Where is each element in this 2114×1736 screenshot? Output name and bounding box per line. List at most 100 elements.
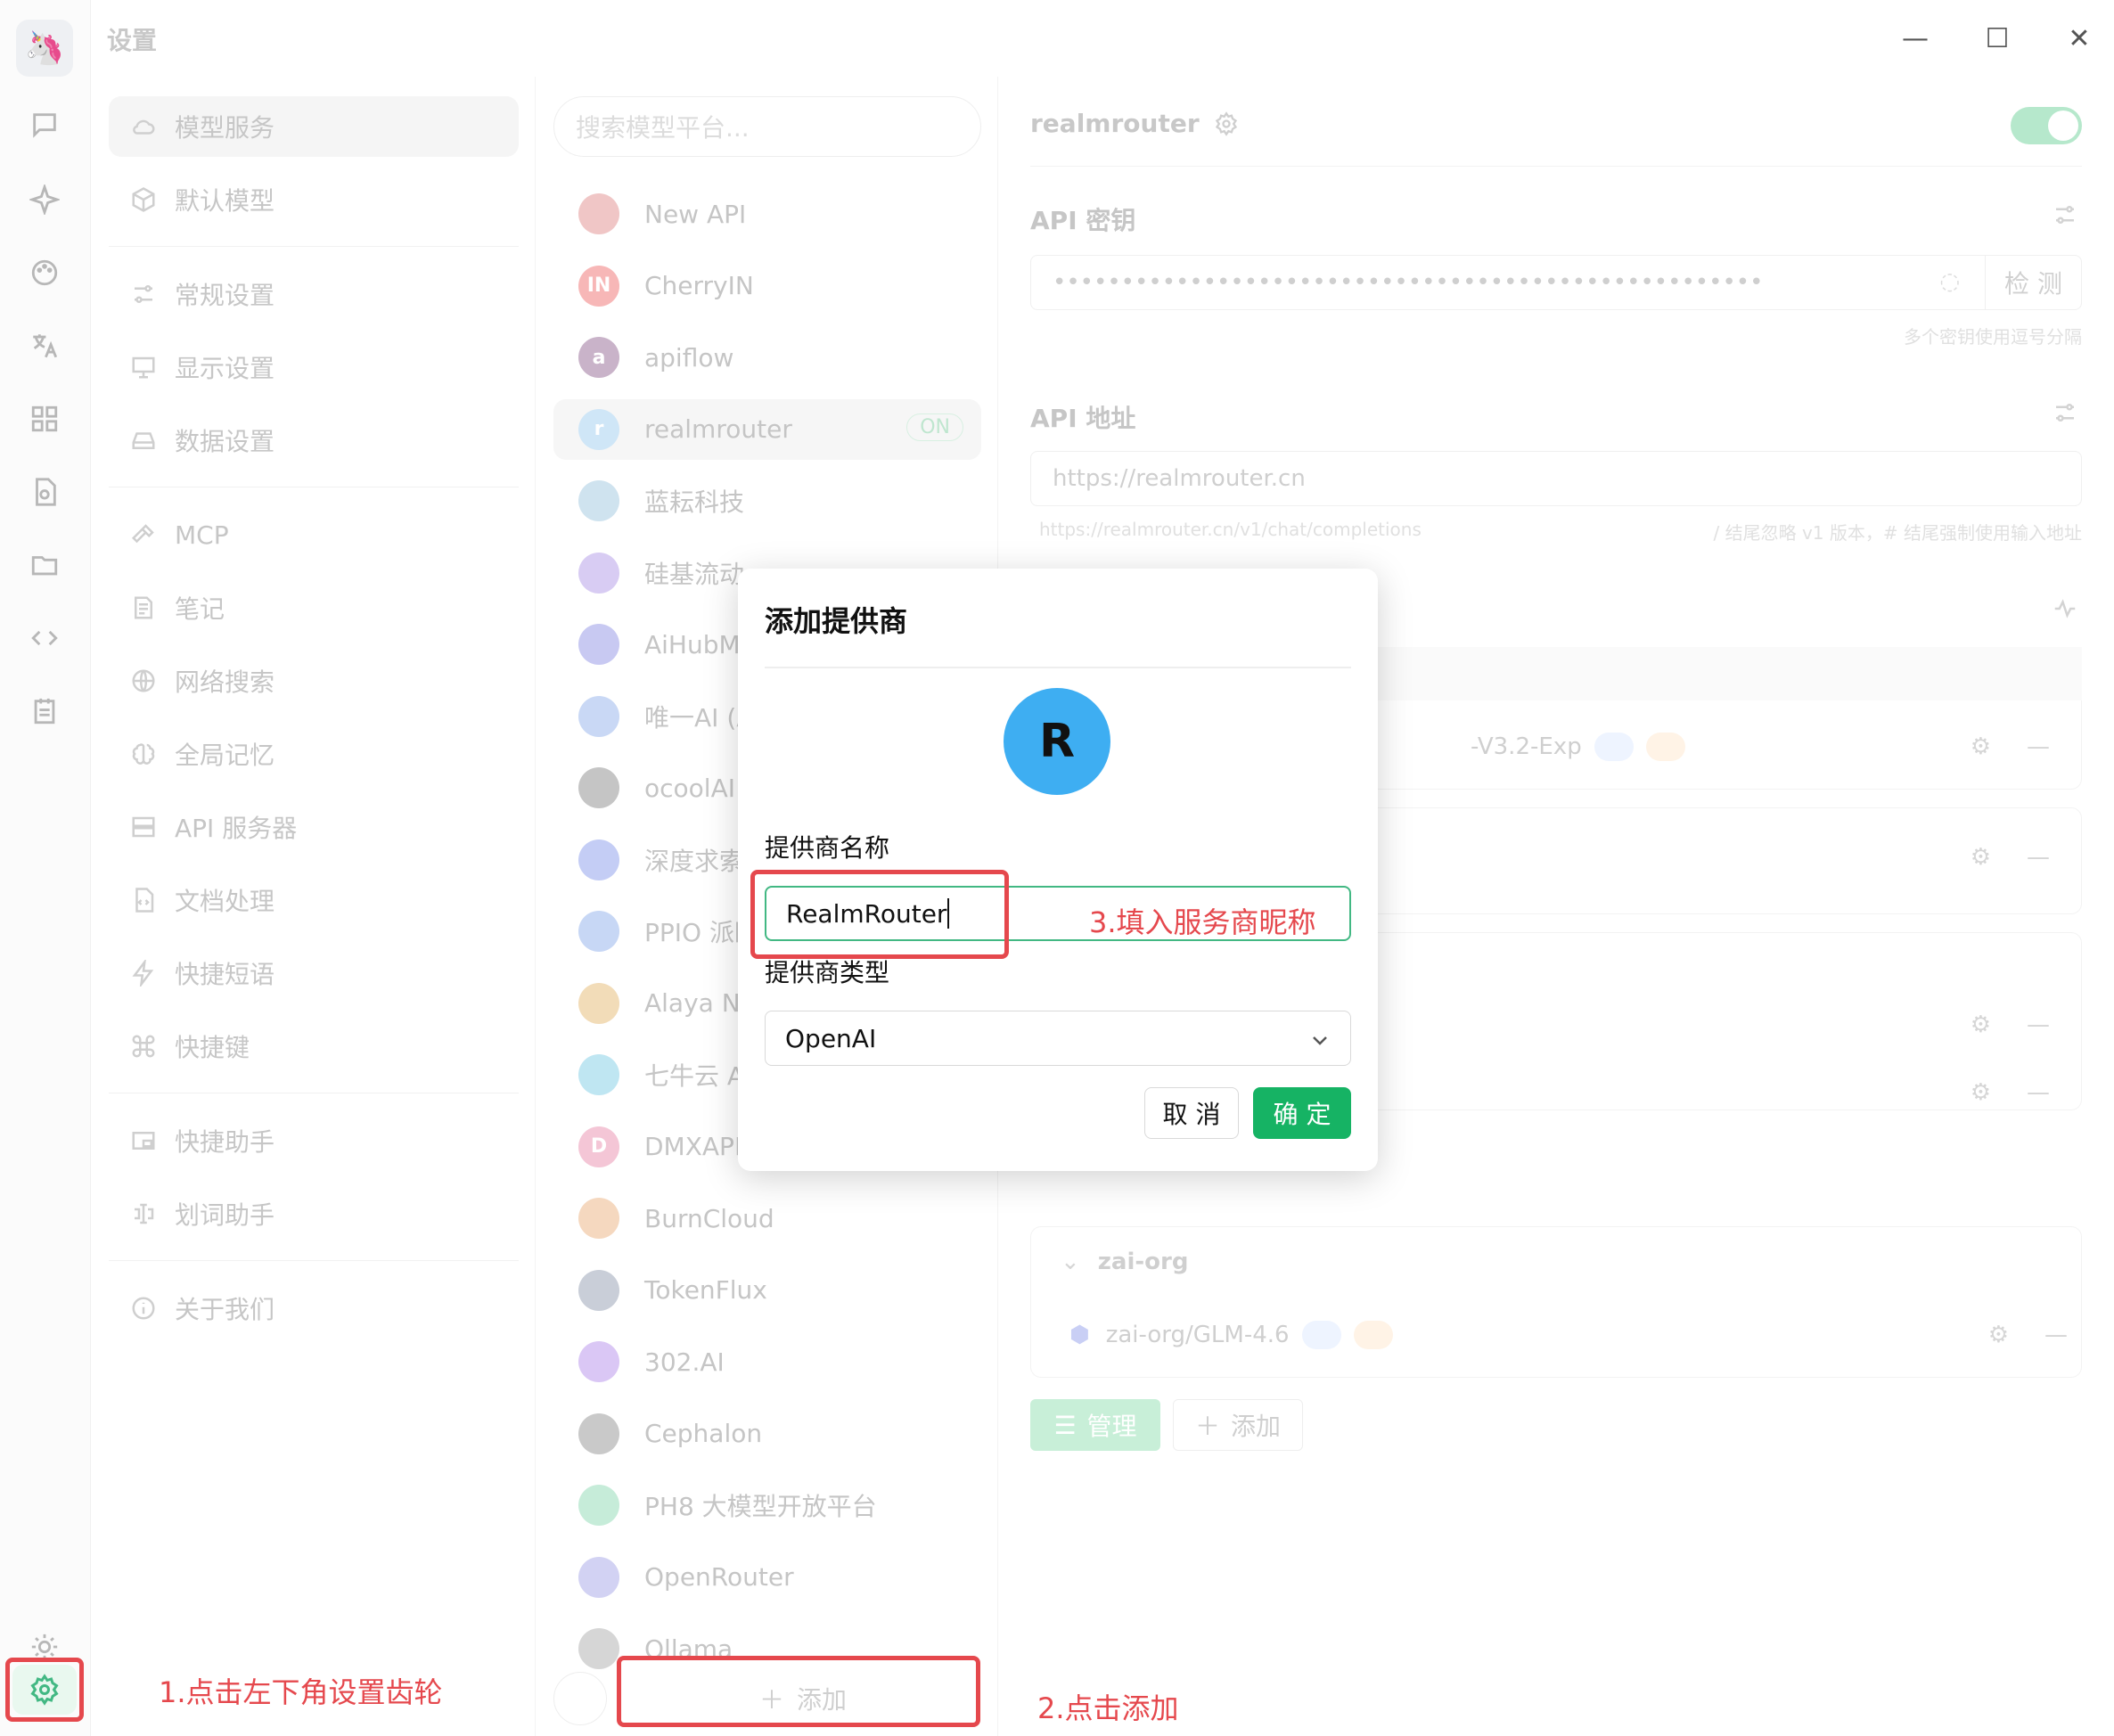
menu-item-about[interactable]: 关于我们 [109,1278,519,1339]
chat-icon[interactable] [25,105,64,144]
provider-logo-icon: D [578,1126,619,1167]
list-icon: ☰ [1053,1410,1077,1440]
menu-item-quick-phrases[interactable]: 快捷短语 [109,943,519,1003]
provider-item[interactable]: Cephalon [553,1404,981,1464]
menu-label: 数据设置 [175,427,275,456]
provider-item[interactable]: TokenFlux [553,1260,981,1321]
apps-icon[interactable] [25,399,64,438]
api-url-preview: https://realmrouter.cn/v1/chat/completio… [1039,519,1422,540]
provider-name: apiflow [644,342,734,373]
model-remove-icon[interactable]: — [2044,1322,2068,1348]
provider-title-text: realmrouter [1030,109,1200,138]
api-url-input[interactable]: https://realmrouter.cn [1030,451,2082,506]
provider-item[interactable]: r realmrouter ON [553,398,981,460]
menu-label: 文档处理 [175,887,275,916]
palette-icon[interactable] [25,253,64,292]
add-model-button[interactable]: ＋ 添加 [1173,1399,1303,1451]
menu-label: 划词助手 [175,1200,275,1230]
provider-item[interactable]: a apiflow [553,327,981,388]
model-group-name: zai-org [1097,1249,1189,1275]
provider-item[interactable]: IN CherryIN [553,256,981,316]
maximize-button[interactable]: ☐ [1977,18,2018,59]
provider-name: BurnCloud [644,1203,774,1233]
monitor-icon [128,352,159,382]
menu-item-memory[interactable]: 全局记忆 [109,724,519,784]
model-settings-icon[interactable]: ⚙ [1971,844,1991,871]
menu-item-default-model[interactable]: 默认模型 [109,169,519,230]
menu-item-notes[interactable]: 笔记 [109,577,519,638]
provider-logo-icon [578,982,619,1024]
menu-item-display[interactable]: 显示设置 [109,337,519,397]
menu-item-doc-processing[interactable]: 文档处理 [109,870,519,930]
menu-item-shortcuts[interactable]: 快捷键 [109,1016,519,1077]
provider-item[interactable]: New API [553,184,981,244]
provider-item[interactable]: 蓝耘科技 [553,471,981,531]
settings-icon[interactable] [1214,111,1239,136]
model-remove-icon[interactable]: — [2027,844,2050,871]
check-api-key-button[interactable]: 检 测 [1985,256,2081,309]
provider-name: 七牛云 AI [644,1061,752,1091]
globe-icon [128,666,159,696]
menu-item-api-server[interactable]: API 服务器 [109,797,519,857]
menu-item-selection-assistant[interactable]: 划词助手 [109,1183,519,1244]
code-icon[interactable] [25,618,64,658]
confirm-button[interactable]: 确 定 [1253,1087,1351,1139]
model-group-header-zai[interactable]: ⌄ zai-org [1061,1235,2085,1289]
provider-avatar[interactable]: R [1004,688,1110,795]
model-remove-icon[interactable]: — [2027,1079,2050,1106]
provider-item[interactable]: BurnCloud [553,1188,981,1249]
provider-name: OpenRouter [644,1562,794,1592]
model-settings-icon[interactable]: ⚙ [1988,1322,2009,1348]
detail-divider [1030,166,2082,167]
api-key-input[interactable]: ••••••••••••••••••••••••••••••••••••••••… [1030,255,2082,310]
model-remove-icon[interactable]: — [2027,733,2050,760]
menu-label: 快捷短语 [175,960,275,989]
notes-icon[interactable] [25,692,64,731]
provider-name: 硅基流动 [644,559,745,589]
provider-item[interactable]: OpenRouter [553,1547,981,1608]
translate-icon[interactable] [25,326,64,365]
provider-enable-toggle[interactable] [2011,107,2082,144]
icon-rail: 🦄 [0,0,91,1736]
minimize-button[interactable]: — [1895,18,1936,59]
doc-search-icon[interactable] [25,472,64,512]
annotation-box-settings [5,1658,84,1722]
model-settings-icon[interactable]: ⚙ [1971,733,1991,760]
provider-type-select[interactable]: OpenAI [765,1011,1351,1066]
close-button[interactable]: ✕ [2059,18,2100,59]
menu-item-model-service[interactable]: 模型服务 [109,96,519,157]
api-url-hint: / 结尾忽略 v1 版本，# 结尾强制使用输入地址 [1713,522,2083,544]
provider-logo-icon [578,1198,619,1239]
provider-search-input[interactable]: 搜索模型平台... [553,96,981,157]
tool-tag-icon [1645,733,1685,761]
menu-label: 快捷键 [175,1033,250,1062]
provider-item[interactable]: 302.AI [553,1331,981,1392]
sparkle-icon[interactable] [25,180,64,219]
manage-models-button[interactable]: ☰ 管理 [1030,1399,1160,1451]
model-settings-icon[interactable]: ⚙ [1971,1079,1991,1106]
cancel-button[interactable]: 取 消 [1144,1087,1239,1139]
model-remove-icon[interactable]: — [2027,1011,2050,1038]
menu-item-data[interactable]: 数据设置 [109,410,519,471]
api-key-settings-icon[interactable] [2052,201,2082,232]
hammer-icon [128,520,159,550]
provider-logo-icon [578,552,619,594]
provider-logo-icon [578,839,619,880]
eye-off-icon[interactable]: ◌ [1939,268,1960,295]
folder-icon[interactable] [25,545,64,585]
menu-label: 关于我们 [175,1295,275,1324]
menu-item-general[interactable]: 常规设置 [109,264,519,324]
provider-sort-button[interactable] [553,1672,607,1725]
cloud-icon [128,111,159,142]
title-bar: 设置 — ☐ ✕ [91,0,2114,77]
model-health-icon[interactable] [2052,595,2082,626]
provider-name-label: 提供商名称 [765,833,890,863]
menu-item-quick-assistant[interactable]: 快捷助手 [109,1110,519,1171]
add-model-label: 添加 [1231,1412,1282,1441]
model-settings-icon[interactable]: ⚙ [1971,1011,1991,1038]
menu-item-mcp[interactable]: MCP [109,504,519,565]
text-cursor-icon [128,1199,159,1229]
api-url-settings-icon[interactable] [2052,399,2082,430]
menu-item-web-search[interactable]: 网络搜索 [109,651,519,711]
provider-item[interactable]: PH8 大模型开放平台 [553,1475,981,1535]
